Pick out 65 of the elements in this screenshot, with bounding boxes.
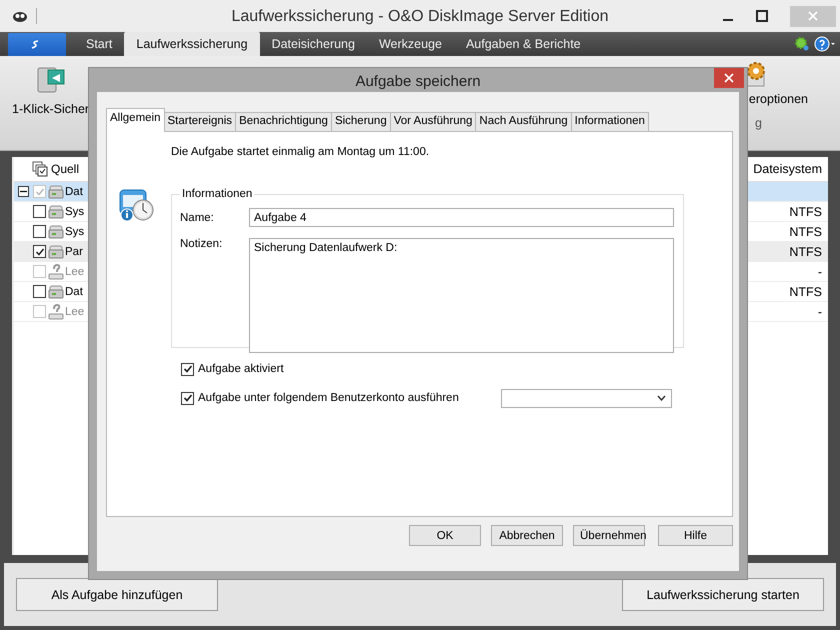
- close-icon: [724, 73, 734, 83]
- unknown-device-icon: [48, 304, 64, 320]
- filesystem-cell: NTFS: [789, 204, 822, 218]
- dialog-tab[interactable]: Vor Ausführung: [390, 112, 476, 131]
- checkbox[interactable]: [181, 392, 194, 404]
- chevron-down-icon: [657, 395, 666, 401]
- drive-icon: [48, 284, 64, 298]
- field-label: Notizen:: [180, 238, 224, 250]
- drive-name: Lee: [65, 306, 84, 318]
- ribbon-group-label: g: [755, 116, 762, 130]
- ribbon-tab[interactable]: Dateisicherung: [260, 32, 367, 56]
- field-label: Name:: [180, 212, 215, 224]
- filesystem-cell: -: [818, 304, 822, 318]
- drive-name: Sys: [65, 206, 84, 218]
- ribbon-button-label[interactable]: 1-Klick-Sicher: [12, 102, 90, 116]
- filesystem-cell: NTFS: [789, 244, 822, 258]
- name-field[interactable]: Aufgabe 4: [249, 208, 674, 227]
- filesystem-cell: NTFS: [789, 224, 822, 238]
- dialog-tab[interactable]: Allgemein: [106, 108, 164, 132]
- checkbox-stack-icon: [32, 161, 48, 177]
- dialog-button[interactable]: Hilfe: [658, 525, 733, 546]
- drive-icon: [48, 204, 64, 218]
- filesystem-cell: -: [818, 264, 822, 278]
- unknown-device-icon: [48, 264, 64, 280]
- dialog-button[interactable]: Abbrechen: [491, 525, 563, 546]
- drive-name: Par: [65, 246, 83, 258]
- drive-name: Dat: [65, 286, 83, 298]
- dialog-tab[interactable]: Startereignis: [164, 112, 236, 131]
- start-backup-button[interactable]: Laufwerkssicherung starten: [622, 578, 824, 611]
- schedule-text: Die Aufgabe startet einmalig am Montag um 11:00.: [171, 146, 430, 158]
- notes-field[interactable]: Sicherung Datenlaufwerk D:: [249, 238, 674, 353]
- dialog-button[interactable]: Übernehmen: [573, 525, 645, 546]
- group-title: Informationen: [181, 188, 254, 200]
- dialog-tab[interactable]: Informationen: [570, 112, 649, 131]
- swirl-icon: [30, 40, 40, 50]
- checkbox-label[interactable]: Aufgabe unter folgendem Benutzerkonto ausführen: [198, 392, 501, 404]
- app-logo-icon[interactable]: [12, 9, 28, 23]
- checkbox[interactable]: [181, 362, 194, 376]
- gear-icon[interactable]: [794, 36, 810, 52]
- ribbon-tab[interactable]: Werkzeuge: [366, 32, 454, 56]
- close-button[interactable]: [714, 68, 744, 88]
- checkbox-label[interactable]: Aufgabe aktiviert: [198, 363, 501, 375]
- add-as-task-button[interactable]: Als Aufgabe hinzufügen: [16, 578, 218, 611]
- ribbon-tab[interactable]: Start: [74, 32, 124, 56]
- drive-icon: [48, 184, 64, 198]
- drive-name: Lee: [65, 266, 84, 278]
- drive-icon: [48, 244, 64, 258]
- ribbon-button-label[interactable]: eroptionen: [748, 92, 808, 106]
- ribbon-tab[interactable]: Aufgaben & Berichte: [454, 32, 593, 56]
- help-icon[interactable]: [814, 36, 836, 52]
- dialog-tab[interactable]: Benachrichtigung: [235, 112, 332, 131]
- column-header[interactable]: Quell: [51, 162, 80, 176]
- dialog-tab[interactable]: Nach Ausführung: [475, 112, 572, 131]
- dialog-tab[interactable]: Sicherung: [330, 112, 391, 131]
- drive-name: Dat: [65, 186, 83, 198]
- filesystem-cell: NTFS: [789, 284, 822, 298]
- maximize-icon[interactable]: [756, 10, 768, 22]
- dialog-button[interactable]: OK: [409, 525, 481, 546]
- dialog-title: Aufgabe speichern: [355, 72, 481, 90]
- drive-icon: [48, 224, 64, 238]
- drive-name: Sys: [65, 226, 84, 238]
- window-title: Laufwerkssicherung - O&O DiskImage Server Edition: [231, 8, 609, 26]
- ribbon-tab[interactable]: Laufwerkssicherung: [124, 32, 260, 56]
- column-header[interactable]: Dateisystem: [753, 162, 822, 176]
- close-icon: [808, 11, 818, 21]
